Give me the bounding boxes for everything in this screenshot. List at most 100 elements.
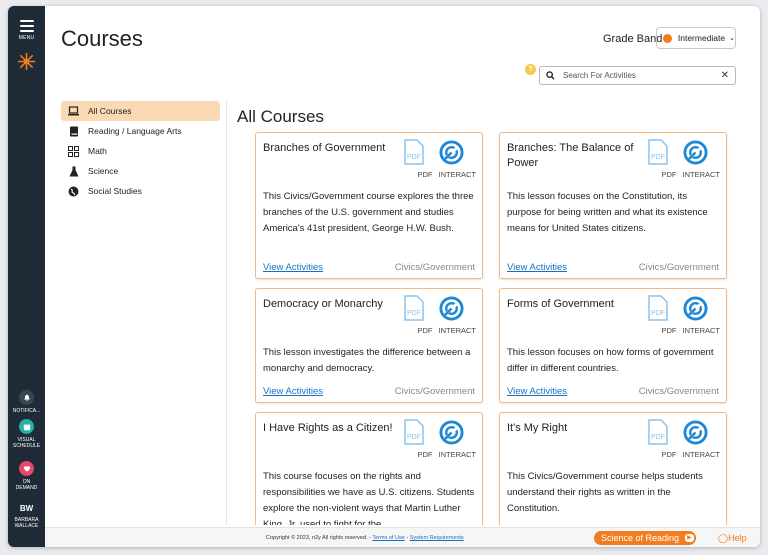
pdf-label: PDF <box>417 326 433 335</box>
search-icon <box>546 71 555 80</box>
globe-icon <box>68 186 79 197</box>
course-title: Forms of Government <box>507 298 614 310</box>
pdf-label: PDF <box>417 450 433 459</box>
course-description: This lesson focuses on the Constitution,… <box>507 191 708 234</box>
sidebar-item-science[interactable]: Science <box>61 161 220 181</box>
course-card: It's My Right PDF PDF INTERACT This Civic… <box>499 412 727 525</box>
course-description: This Civics/Government course explores t… <box>263 191 474 234</box>
svg-text:PDF: PDF <box>407 154 421 161</box>
bell-icon <box>19 390 34 405</box>
user-profile[interactable]: BW BARBARA WALLACE <box>8 504 45 530</box>
pdf-icon[interactable]: PDF <box>647 295 669 321</box>
course-card: I Have Rights as a Citizen! PDF PDF INTER… <box>255 412 483 525</box>
course-title: Branches of Government <box>263 142 386 154</box>
course-title: Branches: The Balance of Power <box>507 142 634 169</box>
grade-dot-icon <box>663 33 672 43</box>
svg-text:PDF: PDF <box>407 310 421 317</box>
grade-band-value: Intermediate <box>677 33 726 43</box>
help-button[interactable]: ◯Help <box>718 533 747 544</box>
pdf-label: PDF <box>661 170 677 179</box>
pdf-label: PDF <box>661 450 677 459</box>
view-activities-link[interactable]: View Activities <box>263 262 323 273</box>
system-requirements-link[interactable]: System Requirements <box>410 535 464 541</box>
user-name: BARBARA WALLACE <box>14 517 39 529</box>
book-icon <box>68 126 79 137</box>
sidebar-item-label: Science <box>88 166 119 176</box>
menu-button[interactable]: MENU <box>8 20 45 41</box>
search-input[interactable] <box>563 71 721 80</box>
course-title: It's My Right <box>507 422 568 434</box>
sidebar-item-label: Social Studies <box>88 186 142 196</box>
course-description: This lesson investigates the difference … <box>263 347 471 374</box>
page-title: Courses <box>61 26 143 51</box>
hamburger-icon <box>19 20 34 32</box>
rail-item-visual-schedule[interactable]: VISUAL SCHEDULE <box>8 419 45 449</box>
left-rail: MENU NOTIFICA... VISUAL SCHEDULE ON DEMA… <box>8 6 45 547</box>
sidebar-item-reading[interactable]: Reading / Language Arts <box>61 121 220 141</box>
interact-label: INTERACT <box>438 326 477 335</box>
interact-icon[interactable] <box>439 420 464 445</box>
pdf-icon[interactable]: PDF <box>403 419 425 445</box>
rail-item-label: ON DEMAND <box>15 479 38 491</box>
view-activities-link[interactable]: View Activities <box>507 262 567 273</box>
avatar: BW <box>19 504 34 513</box>
interact-icon[interactable] <box>683 140 708 165</box>
pdf-icon[interactable]: PDF <box>647 139 669 165</box>
copyright-text: Copyright © 2023, n2y All rights reserve… <box>266 535 371 541</box>
sidebar-item-label: Reading / Language Arts <box>88 126 182 136</box>
sidebar-item-math[interactable]: Math <box>61 141 220 161</box>
n2y-logo-icon[interactable] <box>17 52 36 71</box>
course-category: Civics/Government <box>394 262 475 273</box>
interact-icon[interactable] <box>439 296 464 321</box>
close-icon[interactable]: ✕ <box>721 70 729 81</box>
course-card: Branches: The Balance of Power PDF PDF IN… <box>499 132 727 279</box>
rail-item-label: VISUAL SCHEDULE <box>12 437 41 449</box>
svg-text:PDF: PDF <box>651 434 665 441</box>
svg-text:PDF: PDF <box>651 310 665 317</box>
interact-label: INTERACT <box>682 326 721 335</box>
svg-text:PDF: PDF <box>407 434 421 441</box>
course-title: Democracy or Monarchy <box>263 298 383 310</box>
copyright: Copyright © 2023, n2y All rights reserve… <box>266 535 464 541</box>
rail-item-notifications[interactable]: NOTIFICA... <box>8 390 45 414</box>
science-of-reading-label: Science of Reading <box>601 533 680 543</box>
course-title: I Have Rights as a Citizen! <box>263 422 393 434</box>
pdf-icon[interactable]: PDF <box>403 139 425 165</box>
help-question-icon[interactable]: ? <box>525 64 536 75</box>
course-grid: Branches of Government PDF PDF INTERACT T… <box>255 132 738 525</box>
play-icon: ▶ <box>685 534 694 542</box>
course-card: Democracy or Monarchy PDF PDF INTERACT Th… <box>255 288 483 403</box>
flask-icon <box>68 166 79 177</box>
interact-icon[interactable] <box>683 296 708 321</box>
interact-icon[interactable] <box>439 140 464 165</box>
chat-bubble-icon: ◯ <box>718 533 729 543</box>
interact-label: INTERACT <box>438 170 477 179</box>
view-activities-link[interactable]: View Activities <box>507 386 567 397</box>
pdf-icon[interactable]: PDF <box>403 295 425 321</box>
sidebar-item-all-courses[interactable]: All Courses <box>61 101 220 121</box>
sidebar-item-social-studies[interactable]: Social Studies <box>61 181 220 201</box>
course-description: This course focuses on the rights and re… <box>263 471 475 525</box>
help-label: Help <box>728 533 747 543</box>
footer-separator: - <box>406 535 409 541</box>
section-title: All Courses <box>237 107 324 126</box>
rail-item-on-demand[interactable]: ON DEMAND <box>8 461 45 491</box>
science-of-reading-button[interactable]: Science of Reading ▶ <box>594 531 696 545</box>
course-card: Forms of Government PDF PDF INTERACT This… <box>499 288 727 403</box>
pdf-icon[interactable]: PDF <box>647 419 669 445</box>
calendar-icon <box>19 419 34 434</box>
view-activities-link[interactable]: View Activities <box>263 386 323 397</box>
grade-band-select[interactable]: Intermediate ⌄ <box>656 27 736 49</box>
interact-label: INTERACT <box>682 450 721 459</box>
course-category: Civics/Government <box>394 386 475 397</box>
sidebar-item-label: All Courses <box>88 106 132 116</box>
search-box[interactable]: ✕ <box>539 66 736 85</box>
sidebar-item-label: Math <box>88 146 107 156</box>
sidebar-divider <box>226 101 227 525</box>
course-card: Branches of Government PDF PDF INTERACT T… <box>255 132 483 279</box>
terms-link[interactable]: Terms of Use <box>372 535 404 541</box>
interact-icon[interactable] <box>683 420 708 445</box>
footer: Copyright © 2023, n2y All rights reserve… <box>45 527 760 547</box>
pdf-label: PDF <box>417 170 433 179</box>
category-sidebar: All Courses Reading / Language Arts Math… <box>61 101 220 201</box>
